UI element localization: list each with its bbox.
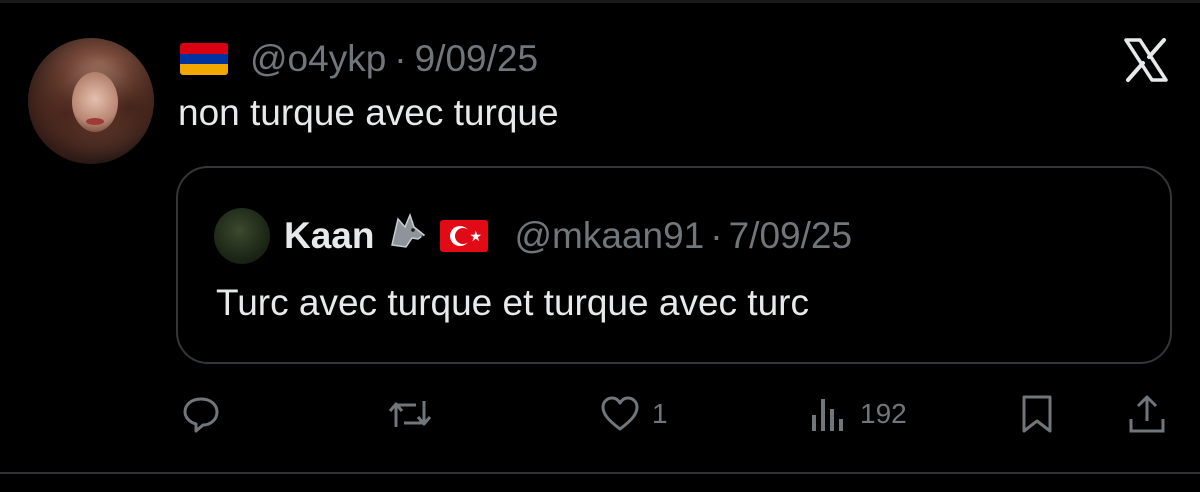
author-handle[interactable]: @o4ykp (250, 38, 386, 80)
heart-icon (601, 396, 639, 431)
top-divider (0, 0, 1200, 3)
reply-icon (183, 397, 219, 433)
post-date[interactable]: 9/09/25 (415, 38, 538, 80)
post-text: non turque avec turque (178, 92, 559, 133)
like-count: 1 (652, 398, 668, 429)
reply-button[interactable] (180, 390, 222, 438)
repost-icon (388, 401, 432, 427)
post-header: @o4ykp · 9/09/25 (180, 36, 538, 82)
views-chart-icon (812, 399, 843, 431)
quoted-author-name[interactable]: Kaan (284, 215, 374, 257)
like-button[interactable]: 1 (598, 390, 668, 438)
wolf-icon (388, 211, 428, 261)
bottom-divider (0, 472, 1200, 474)
x-logo-icon[interactable] (1122, 36, 1170, 84)
quoted-post-date[interactable]: 7/09/25 (729, 215, 852, 257)
views-button[interactable]: 192 (806, 390, 907, 438)
repost-button[interactable] (386, 390, 434, 438)
armenia-flag-icon (180, 43, 228, 75)
header-separator: · (394, 38, 407, 79)
views-count: 192 (860, 398, 907, 429)
share-button[interactable] (1126, 390, 1168, 438)
quoted-author-handle[interactable]: @mkaan91 (514, 215, 704, 257)
quoted-post-text: Turc avec turque et turque avec turc (216, 282, 809, 323)
bookmark-button[interactable] (1018, 390, 1056, 438)
quoted-post-header: Kaan ★ @mkaan91 · 7/09/25 (284, 208, 852, 264)
quoted-post-card[interactable]: Kaan ★ @mkaan91 · 7/09/25 Turc avec turq… (176, 166, 1172, 364)
bookmark-icon (1022, 395, 1052, 433)
author-avatar[interactable] (28, 38, 154, 164)
share-icon (1129, 395, 1165, 433)
turkey-flag-icon: ★ (440, 220, 489, 252)
action-bar: 1 192 (0, 390, 1200, 438)
quoted-header-separator: · (710, 215, 723, 256)
quoted-author-avatar[interactable] (214, 208, 270, 264)
